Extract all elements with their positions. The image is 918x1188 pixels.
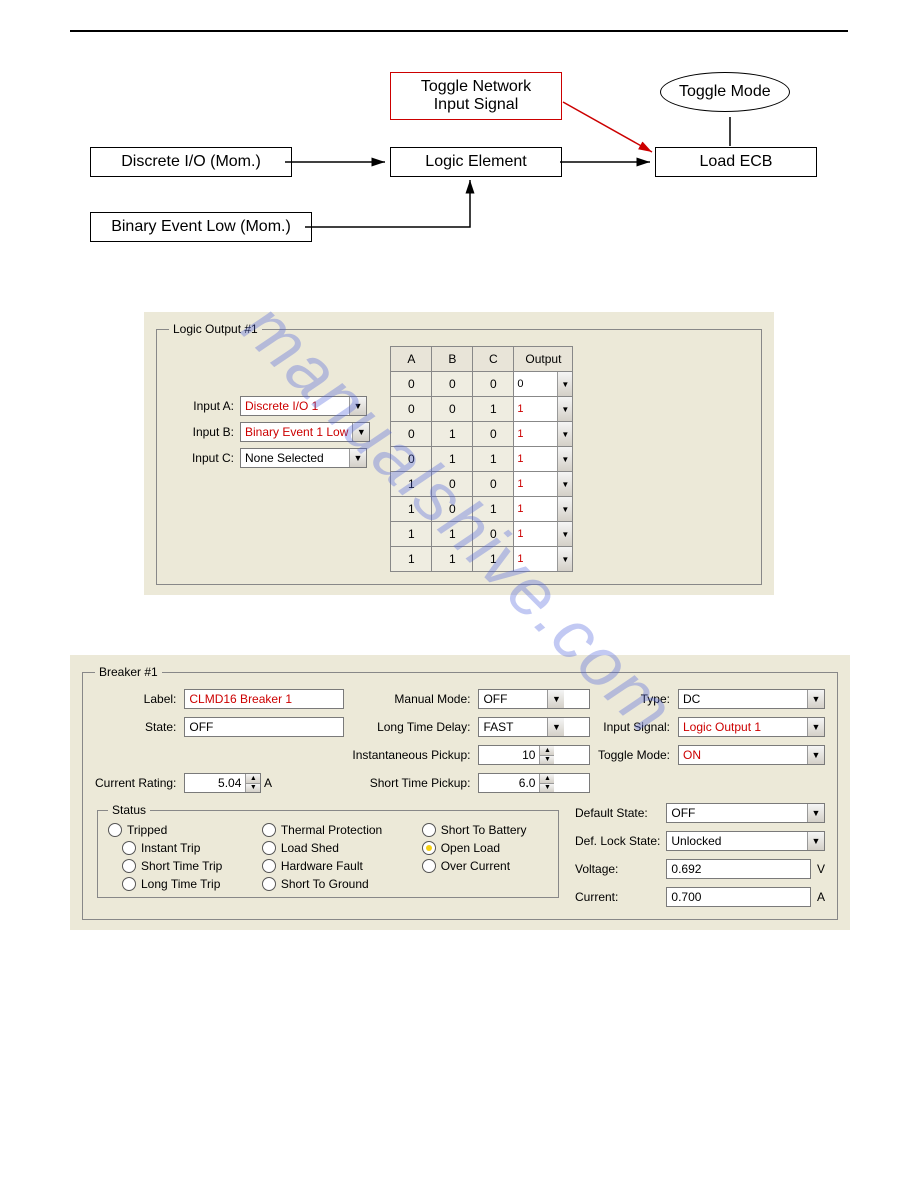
output-combo[interactable]: 1▼ — [514, 497, 572, 521]
truth-row: 1101▼ — [391, 522, 573, 547]
output-combo[interactable]: 1▼ — [514, 472, 572, 496]
chevron-down-icon: ▼ — [349, 449, 366, 467]
toggle-mode-ellipse: Toggle Mode — [660, 72, 790, 112]
truth-row: 0101▼ — [391, 422, 573, 447]
type-lbl: Type: — [598, 692, 670, 706]
truth-row: 0011▼ — [391, 397, 573, 422]
breaker-legend: Breaker #1 — [95, 665, 162, 679]
discrete-io-box: Discrete I/O (Mom.) — [90, 147, 292, 177]
binary-event-box: Binary Event Low (Mom.) — [90, 212, 312, 242]
input-c-label: Input C: — [169, 451, 234, 465]
status-hw-fault[interactable]: Hardware Fault — [262, 859, 404, 873]
output-combo[interactable]: 1▼ — [514, 547, 572, 571]
output-combo[interactable]: 1▼ — [514, 447, 572, 471]
load-ecb-box: Load ECB — [655, 147, 817, 177]
status-tripped[interactable]: Tripped — [108, 823, 244, 837]
truth-row: 1001▼ — [391, 472, 573, 497]
status-over-current[interactable]: Over Current — [422, 859, 548, 873]
state-field: OFF — [184, 717, 344, 737]
logic-legend: Logic Output #1 — [169, 322, 262, 336]
truth-row: 1011▼ — [391, 497, 573, 522]
status-load-shed[interactable]: Load Shed — [262, 841, 404, 855]
ltd-lbl: Long Time Delay: — [352, 720, 470, 734]
manual-mode-lbl: Manual Mode: — [352, 692, 470, 706]
status-long-time-trip[interactable]: Long Time Trip — [108, 877, 244, 891]
logic-element-box: Logic Element — [390, 147, 562, 177]
current-lbl: Current: — [575, 890, 660, 904]
inst-pickup-spin[interactable]: 10▲▼ — [478, 745, 590, 765]
input-a-combo[interactable]: Discrete I/O 1▼ — [240, 396, 367, 416]
toggle-network-box: Toggle Network Input Signal — [390, 72, 562, 120]
type-combo[interactable]: DC▼ — [678, 689, 825, 709]
truth-row: 0111▼ — [391, 447, 573, 472]
input-signal-lbl: Input Signal: — [598, 720, 670, 734]
default-state-lbl: Default State: — [575, 806, 660, 820]
current-rating-unit: A — [264, 776, 272, 790]
status-short-time-trip[interactable]: Short Time Trip — [108, 859, 244, 873]
output-combo[interactable]: 1▼ — [514, 397, 572, 421]
status-short-battery[interactable]: Short To Battery — [422, 823, 548, 837]
current-unit: A — [817, 890, 825, 904]
top-divider — [70, 30, 848, 32]
label-lbl: Label: — [95, 692, 176, 706]
input-a-label: Input A: — [169, 399, 234, 413]
output-combo[interactable]: 0▼ — [514, 372, 572, 396]
default-state-combo[interactable]: OFF▼ — [666, 803, 825, 823]
def-lock-combo[interactable]: Unlocked▼ — [666, 831, 825, 851]
output-combo[interactable]: 1▼ — [514, 522, 572, 546]
voltage-unit: V — [817, 862, 825, 876]
voltage-lbl: Voltage: — [575, 862, 660, 876]
chevron-down-icon: ▼ — [349, 397, 366, 415]
status-instant-trip[interactable]: Instant Trip — [108, 841, 244, 855]
label-field[interactable]: CLMD16 Breaker 1 — [184, 689, 344, 709]
logic-output-panel: Logic Output #1 Input A: Discrete I/O 1▼… — [144, 312, 774, 595]
output-combo[interactable]: 1▼ — [514, 422, 572, 446]
status-open-load[interactable]: Open Load — [422, 841, 548, 855]
ltd-combo[interactable]: FAST▼ — [478, 717, 590, 737]
current-rating-spin[interactable]: 5.04▲▼ — [184, 773, 261, 793]
toggle-mode-lbl: Toggle Mode: — [598, 748, 670, 762]
status-short-ground[interactable]: Short To Ground — [262, 877, 404, 891]
current-field: 0.700 — [666, 887, 811, 907]
block-diagram: Toggle Network Input Signal Toggle Mode … — [70, 72, 848, 272]
input-b-combo[interactable]: Binary Event 1 Low▼ — [240, 422, 370, 442]
current-rating-lbl: Current Rating: — [95, 776, 176, 790]
inst-pickup-lbl: Instantaneous Pickup: — [352, 748, 470, 762]
input-signal-combo[interactable]: Logic Output 1▼ — [678, 717, 825, 737]
truth-table: A B C Output 0000▼0011▼0101▼0111▼1001▼10… — [390, 346, 573, 572]
chevron-down-icon: ▼ — [352, 423, 369, 441]
input-b-label: Input B: — [169, 425, 234, 439]
truth-row: 0000▼ — [391, 372, 573, 397]
def-lock-lbl: Def. Lock State: — [575, 834, 660, 848]
breaker-panel: Breaker #1 Label: CLMD16 Breaker 1 Manua… — [70, 655, 850, 930]
truth-row: 1111▼ — [391, 547, 573, 572]
st-pickup-lbl: Short Time Pickup: — [352, 776, 470, 790]
manual-mode-combo[interactable]: OFF▼ — [478, 689, 590, 709]
voltage-field: 0.692 — [666, 859, 811, 879]
toggle-mode-combo[interactable]: ON▼ — [678, 745, 825, 765]
state-lbl: State: — [95, 720, 176, 734]
status-fieldset: Status Tripped Thermal Protection Short … — [97, 803, 559, 898]
input-c-combo[interactable]: None Selected▼ — [240, 448, 367, 468]
status-thermal[interactable]: Thermal Protection — [262, 823, 404, 837]
st-pickup-spin[interactable]: 6.0▲▼ — [478, 773, 590, 793]
